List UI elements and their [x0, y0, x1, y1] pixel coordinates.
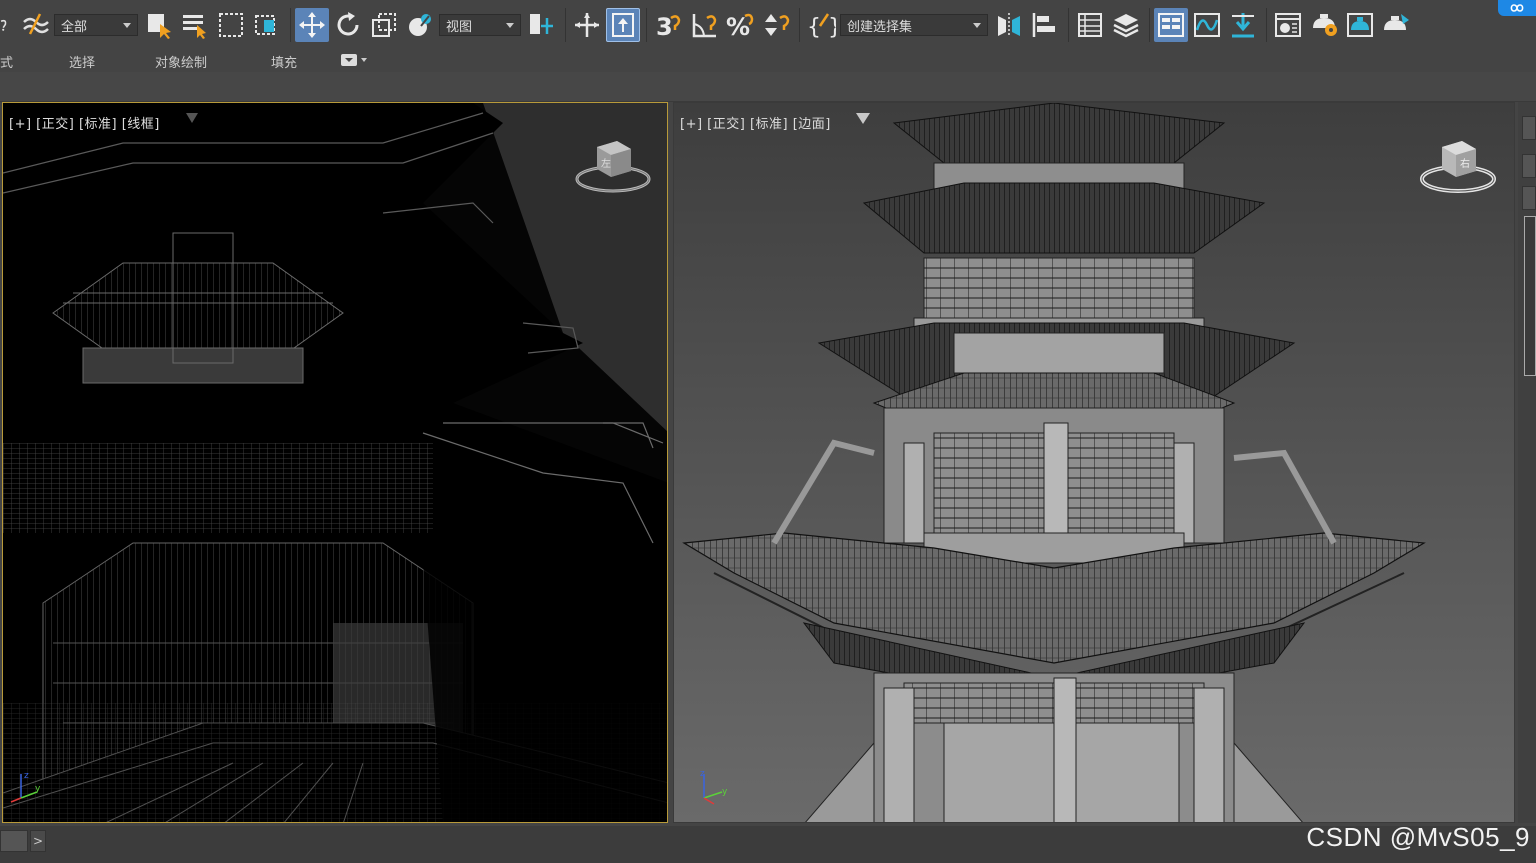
- viewport-label-left[interactable]: [+] [正交] [标准] [线框]: [9, 113, 160, 132]
- schematic-icon[interactable]: [1226, 8, 1260, 42]
- toolbar-separator: [1149, 8, 1150, 42]
- svg-text:3: 3: [656, 13, 673, 40]
- viewcube-face: 右: [1460, 157, 1470, 170]
- command-panel-button[interactable]: [1522, 116, 1536, 140]
- svg-text:z: z: [700, 769, 705, 779]
- svg-text:y: y: [722, 787, 728, 797]
- ribbon-tab-object-paint[interactable]: 对象绘制: [155, 52, 207, 71]
- named-selection-dropdown[interactable]: 创建选择集: [840, 14, 988, 36]
- keyboard-shortcut-override-icon[interactable]: [606, 8, 640, 42]
- selection-filter-dropdown[interactable]: 全部: [54, 14, 138, 36]
- filter-icon[interactable]: [856, 113, 870, 124]
- svg-text:y: y: [35, 784, 41, 794]
- time-slider-next-button[interactable]: >: [30, 830, 46, 852]
- percent-snap-icon[interactable]: %: [723, 8, 757, 42]
- toolbar-separator: [290, 8, 291, 42]
- selection-filter-value: 全部: [61, 19, 88, 35]
- command-panel-button[interactable]: [1522, 154, 1536, 178]
- bind-spacewarp-icon[interactable]: [18, 8, 52, 42]
- ribbon-options-icon: [341, 54, 357, 66]
- align-icon[interactable]: [1028, 8, 1062, 42]
- viewcube[interactable]: 右: [1418, 135, 1498, 205]
- rendered-frame-icon[interactable]: [1343, 8, 1377, 42]
- ribbon-tab-modeling[interactable]: 式: [0, 52, 13, 71]
- axis-tripod-icon: z y: [692, 768, 732, 808]
- viewport-left-wireframe[interactable]: [+] [正交] [标准] [线框] 左 z y: [2, 102, 668, 823]
- render-setup-icon[interactable]: [1307, 8, 1341, 42]
- render-production-icon[interactable]: [1379, 8, 1413, 42]
- time-slider-thumb[interactable]: [0, 830, 28, 852]
- select-move-icon[interactable]: [295, 8, 329, 42]
- viewcube[interactable]: 左: [573, 135, 653, 205]
- chevron-down-icon: [506, 22, 514, 28]
- command-panel-rollout[interactable]: [1524, 216, 1536, 376]
- spinner-snap-icon[interactable]: [759, 8, 793, 42]
- scene-explorer-icon[interactable]: [1073, 8, 1107, 42]
- reference-coord-value: 视图: [446, 19, 473, 35]
- place-icon[interactable]: [403, 8, 437, 42]
- toolbar-separator: [1068, 8, 1069, 42]
- svg-text:{ }: { }: [807, 15, 836, 40]
- ribbon-panel: [0, 72, 1536, 102]
- command-panel-edge: [1518, 102, 1536, 823]
- toolbar-separator: [565, 8, 566, 42]
- edit-named-sets-icon[interactable]: { }: [804, 8, 838, 42]
- link-icon[interactable]: [0, 8, 16, 42]
- svg-text:%: %: [726, 13, 750, 40]
- edged-faces-pagoda-render: [674, 103, 1514, 822]
- viewport-label-right[interactable]: [+] [正交] [标准] [边面]: [680, 113, 831, 132]
- main-toolbar: 全部 视图 3 % {创建选择集: [0, 0, 1536, 50]
- ribbon-tabs: 式 选择 对象绘制 填充: [0, 50, 1536, 72]
- infinity-badge-icon[interactable]: [1498, 0, 1536, 16]
- mirror-icon[interactable]: [992, 8, 1026, 42]
- select-by-name-icon[interactable]: [178, 8, 212, 42]
- toolbar-separator: [1266, 8, 1267, 42]
- named-selection-value: 创建选择集: [847, 19, 913, 35]
- select-manipulate-icon[interactable]: [570, 8, 604, 42]
- axis-tripod-icon: z y: [7, 768, 47, 808]
- select-scale-icon[interactable]: [367, 8, 401, 42]
- watermark-text: CSDN @MvS05_9: [1306, 822, 1530, 852]
- select-rotate-icon[interactable]: [331, 8, 365, 42]
- wireframe-pagoda-render: [3, 103, 667, 822]
- reference-coord-dropdown[interactable]: 视图: [439, 14, 521, 36]
- layer-explorer-icon[interactable]: [1109, 8, 1143, 42]
- snap-3d-icon[interactable]: 3: [651, 8, 685, 42]
- toolbar-separator: [799, 8, 800, 42]
- svg-text:z: z: [24, 771, 29, 781]
- chevron-down-icon: [123, 22, 131, 28]
- chevron-down-icon: [973, 22, 981, 28]
- ribbon-tab-selection[interactable]: 选择: [69, 52, 95, 71]
- angle-snap-icon[interactable]: [687, 8, 721, 42]
- material-editor-icon[interactable]: [1271, 8, 1305, 42]
- toolbar-separator: [646, 8, 647, 42]
- toggle-ribbon-icon[interactable]: [1154, 8, 1188, 42]
- filter-icon[interactable]: [186, 113, 198, 123]
- curve-editor-icon[interactable]: [1190, 8, 1224, 42]
- app-window: 全部 视图 3 % {创建选择集 式 选择 对象绘制 填充 [+] [正交] …: [0, 0, 1536, 863]
- select-object-icon[interactable]: [142, 8, 176, 42]
- command-panel-button[interactable]: [1522, 186, 1536, 210]
- viewport-right-edged-faces[interactable]: [+] [正交] [标准] [边面] 右 z y: [673, 102, 1515, 823]
- viewcube-face: 左: [601, 157, 611, 170]
- window-crossing-icon[interactable]: [250, 8, 284, 42]
- chevron-down-icon: [361, 58, 367, 62]
- use-pivot-icon[interactable]: [525, 8, 559, 42]
- ribbon-options-button[interactable]: [341, 53, 371, 67]
- ribbon-tab-populate[interactable]: 填充: [271, 52, 297, 71]
- rect-region-icon[interactable]: [214, 8, 248, 42]
